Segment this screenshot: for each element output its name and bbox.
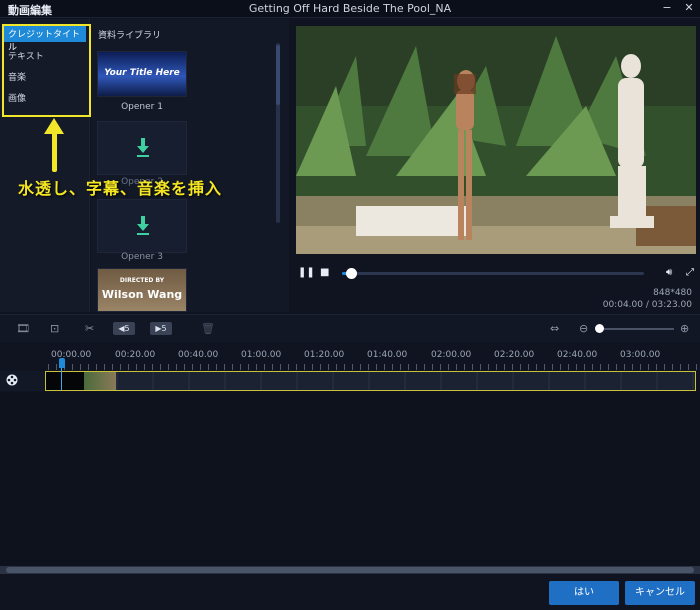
volume-icon[interactable]: 🔊︎	[666, 267, 672, 278]
library-panel: 資料ライブラリ Your Title Here Opener 1 Opener …	[91, 19, 289, 312]
library-header: 資料ライブラリ	[98, 31, 162, 41]
cancel-button[interactable]: キャンセル	[625, 581, 695, 605]
category-text[interactable]: テキスト	[4, 46, 86, 64]
timeline-toolbar: 🎞︎ ⊡ ✂ ◀5 ▶5 🗑︎ ⇔ ⊖ ⊕	[0, 314, 700, 342]
download-icon[interactable]	[136, 138, 150, 158]
film-reel-icon	[6, 374, 18, 386]
opener-1-thumbnail[interactable]: Your Title Here	[97, 51, 187, 97]
clip-thumbnail	[84, 372, 116, 390]
player-controls: ❚❚ ■ 🔊︎ ⤢	[290, 262, 700, 284]
timeline-ruler[interactable]: 00:00.00 00:20.00 00:40.00 01:00.00 01:2…	[0, 342, 700, 370]
video-clip[interactable]	[45, 371, 696, 391]
title-bar: 動画編集 Getting Off Hard Beside The Pool_NA…	[0, 0, 700, 18]
ok-button[interactable]: はい	[549, 581, 619, 605]
download-icon[interactable]	[136, 216, 150, 236]
seek-bar[interactable]	[342, 272, 644, 275]
library-scrollbar-thumb[interactable]	[276, 45, 280, 105]
clip-start-frame	[46, 372, 84, 390]
credit-thumbnail[interactable]: DIRECTED BY Wilson Wang	[97, 268, 187, 312]
zoom-in-icon[interactable]: ⊕	[680, 322, 689, 336]
annotation-arrow-shaft	[52, 132, 57, 172]
rewind-5-button[interactable]: ◀5	[113, 322, 135, 335]
annotation-text: 水透し、字幕、音楽を挿入	[18, 179, 223, 198]
category-music[interactable]: 音楽	[4, 67, 86, 85]
video-timecode: 00:04.00 / 03:23.00	[602, 300, 692, 310]
video-resolution: 848*480	[653, 288, 692, 298]
minimize-icon[interactable]: −	[662, 1, 672, 14]
playhead-handle[interactable]	[59, 358, 65, 368]
tick-label: 02:00.00	[431, 350, 472, 360]
forward-5-button[interactable]: ▶5	[150, 322, 172, 335]
opener-1-label: Opener 1	[121, 102, 163, 112]
trash-icon[interactable]: 🗑︎	[201, 322, 215, 336]
timeline-scrollbar-thumb[interactable]	[6, 567, 694, 573]
tick-label: 00:40.00	[178, 350, 219, 360]
close-icon[interactable]: ✕	[684, 1, 694, 14]
window-controls: − ✕	[662, 1, 694, 14]
fullscreen-icon[interactable]: ⤢	[686, 267, 694, 278]
tick-label: 03:00.00	[620, 350, 661, 360]
tick-label: 01:40.00	[367, 350, 408, 360]
category-credit-title[interactable]: クレジットタイトル	[4, 24, 86, 53]
opener-3-thumbnail[interactable]	[97, 199, 187, 253]
zoom-out-icon[interactable]: ⊖	[579, 322, 588, 336]
zoom-slider[interactable]	[598, 328, 674, 330]
film-icon[interactable]: 🎞︎	[16, 322, 30, 336]
tick-label: 01:20.00	[304, 350, 345, 360]
category-image[interactable]: 画像	[4, 88, 86, 106]
seek-knob[interactable]	[346, 268, 357, 279]
zoom-slider-knob[interactable]	[595, 324, 604, 333]
tick-label: 01:00.00	[241, 350, 282, 360]
credit-name: Wilson Wang	[101, 288, 183, 301]
tick-label: 02:20.00	[494, 350, 535, 360]
opener-3-label: Opener 3	[121, 252, 163, 262]
ruler-ticks	[48, 364, 698, 370]
tick-label: 02:40.00	[557, 350, 598, 360]
video-frame-image	[296, 26, 696, 254]
video-preview[interactable]	[296, 26, 696, 254]
playhead-line	[61, 368, 62, 390]
fit-width-icon[interactable]: ⇔	[550, 322, 559, 336]
tick-label: 00:00.00	[51, 350, 92, 360]
tick-label: 00:20.00	[115, 350, 156, 360]
stop-icon[interactable]: ■	[320, 267, 329, 278]
opener-1-title-text: Your Title Here	[104, 68, 180, 78]
opener-2-thumbnail[interactable]	[97, 121, 187, 175]
pause-icon[interactable]: ❚❚	[298, 267, 315, 278]
timeline-body[interactable]	[0, 392, 700, 566]
window-title: Getting Off Hard Beside The Pool_NA	[248, 2, 452, 15]
crop-icon[interactable]: ⊡	[50, 322, 59, 336]
credit-directed-by: DIRECTED BY	[119, 277, 165, 284]
split-icon[interactable]: ✂	[85, 322, 94, 336]
